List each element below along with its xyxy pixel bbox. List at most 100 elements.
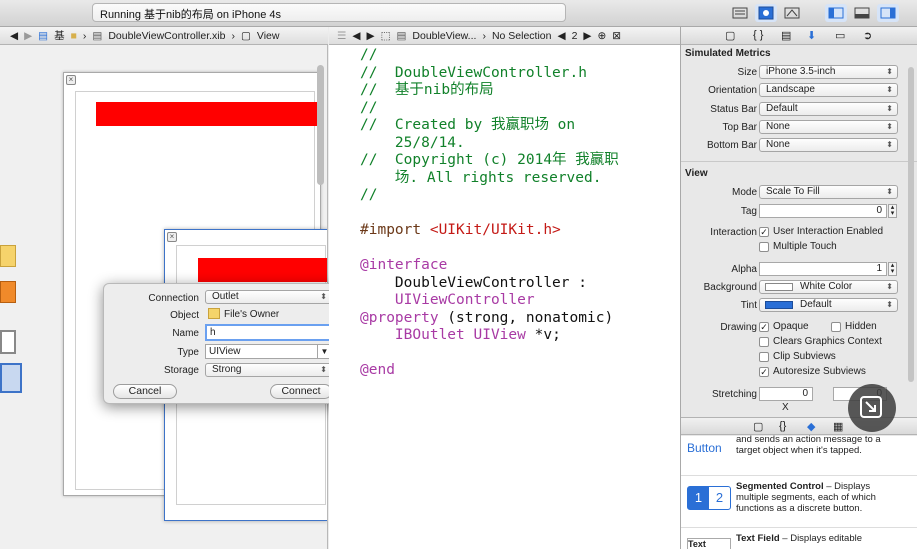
clip-subviews-checkbox[interactable]: Clip Subviews [759, 351, 836, 362]
crumb-view[interactable]: View [257, 30, 280, 42]
red-view-top[interactable] [96, 102, 322, 126]
placeholder-cube-icon[interactable] [0, 245, 16, 267]
stretching-label: Stretching [711, 389, 757, 400]
view-outline-icon[interactable] [0, 330, 16, 354]
shrink-icon [860, 396, 882, 418]
file-inspector-icon[interactable]: ▢ [725, 29, 735, 42]
code-line-import: #import <UIKit/UIKit.h> [360, 222, 561, 240]
connection-popup[interactable]: Outlet [205, 290, 332, 304]
user-interaction-checkbox[interactable]: ✓ User Interaction Enabled [759, 226, 883, 237]
segmented-control-icon: 1 2 [687, 486, 731, 510]
add-editor-icon[interactable]: ⊕ [597, 30, 606, 42]
bottom-bar-label: Bottom Bar [706, 140, 757, 151]
editor-forward-icon[interactable]: ▶ [367, 30, 375, 42]
storage-popup[interactable]: Strong [205, 363, 332, 377]
type-combo[interactable]: UIView ▼ [205, 344, 332, 359]
exit-fullscreen-button[interactable] [848, 384, 896, 432]
editor-standard-icon[interactable] [729, 4, 751, 22]
editor-back-icon[interactable]: ◀ [352, 30, 360, 42]
button-library-icon: Button [687, 441, 722, 455]
object-value: File's Owner [224, 309, 280, 320]
orientation-popup[interactable]: Landscape [759, 83, 898, 97]
object-library-list[interactable]: Button and sends an action message to a … [681, 434, 917, 549]
checkbox-checked-icon: ✓ [759, 321, 769, 332]
drawing-label: Drawing [720, 322, 757, 333]
view-outline-selected-icon[interactable] [0, 363, 22, 393]
crumb-project[interactable]: 基 [54, 28, 65, 43]
red-view-bottom[interactable] [198, 258, 327, 282]
connect-button[interactable]: Connect [270, 384, 332, 399]
top-bar-popup[interactable]: None [759, 120, 898, 134]
header-file-icon: ▤ [396, 29, 407, 42]
code-line-property: @property (strong, nonatomic) [360, 310, 613, 328]
close-editor-icon[interactable]: ⊠ [612, 30, 621, 42]
related-files-icon[interactable]: ⬚ [381, 30, 391, 42]
counterpart-prev-icon[interactable]: ◀ [557, 30, 565, 42]
alpha-stepper[interactable]: ▴ ▾ [888, 262, 897, 276]
multiple-touch-checkbox[interactable]: Multiple Touch [759, 241, 837, 252]
object-library-icon[interactable]: ◆ [807, 420, 815, 433]
activity-status: Running 基于nib的布局 on iPhone 4s [92, 3, 566, 22]
version-editor-icon[interactable] [781, 4, 803, 22]
attributes-inspector-icon[interactable]: ⬇ [807, 29, 816, 42]
library-item[interactable]: Button and sends an action message to a … [681, 434, 917, 476]
hidden-checkbox[interactable]: Hidden [831, 321, 877, 332]
size-popup[interactable]: iPhone 3.5-inch [759, 65, 898, 79]
assistant-editor-icon[interactable] [755, 4, 777, 22]
bottom-bar-popup[interactable]: None [759, 138, 898, 152]
toolbar: Running 基于nib的布局 on iPhone 4s [0, 0, 917, 27]
file-template-icon[interactable]: ▢ [753, 420, 763, 433]
segment-two: 2 [715, 490, 724, 505]
library-item-desc: and sends an action message to a target … [736, 434, 896, 456]
segment-one: 1 [688, 487, 709, 509]
cancel-button[interactable]: Cancel [113, 384, 177, 399]
code-editor[interactable]: // // DoubleViewController.h // 基于nib的布局… [329, 45, 680, 549]
editor-menu-icon[interactable]: ☰ [337, 30, 346, 42]
size-inspector-icon[interactable]: ▭ [835, 29, 845, 42]
name-input[interactable]: h [205, 324, 332, 341]
back-arrow-icon[interactable]: ◀ [10, 30, 18, 42]
utilities-toggle-icon[interactable] [877, 4, 899, 22]
library-item[interactable]: 1 2 Segmented Control – Displays multipl… [681, 480, 917, 528]
property-attrs: (strong, nonatomic) [438, 309, 614, 326]
library-item[interactable]: Text Text Field – Displays editable [681, 532, 917, 549]
crumb-xib[interactable]: DoubleViewController.xib [108, 30, 225, 42]
forward-arrow-icon[interactable]: ▶ [24, 30, 32, 42]
debug-toggle-icon[interactable] [851, 4, 873, 22]
alpha-label: Alpha [731, 264, 757, 275]
crumb-selection[interactable]: No Selection [492, 30, 552, 42]
navigator-toggle-icon[interactable] [825, 4, 847, 22]
status-bar-popup[interactable]: Default [759, 102, 898, 116]
clears-graphics-checkbox[interactable]: Clears Graphics Context [759, 336, 882, 347]
counterpart-count: 2 [571, 29, 578, 42]
tag-field[interactable]: 0 [759, 204, 887, 218]
close-icon[interactable]: × [167, 232, 177, 242]
alpha-field[interactable]: 1 [759, 262, 887, 276]
crumb-separator: › [231, 29, 235, 42]
library-item-desc: Segmented Control – Displays multiple se… [736, 481, 896, 514]
opaque-checkbox[interactable]: ✓ Opaque [759, 321, 809, 332]
stretch-x-field[interactable]: 0 [759, 387, 813, 401]
inspector-scrollbar[interactable] [908, 67, 914, 382]
code-snippet-icon[interactable]: {} [779, 420, 786, 432]
close-icon[interactable]: × [66, 75, 76, 85]
library-item-title: Text Field [736, 533, 780, 544]
tag-stepper[interactable]: ▴ ▾ [888, 204, 897, 218]
autoresize-checkbox[interactable]: ✓ Autoresize Subviews [759, 366, 866, 377]
code-line: // Created by 我赢职场 on [360, 117, 576, 133]
canvas-jump-bar: ◀ ▶ ▤ 基 ■ › ▤ DoubleViewController.xib ›… [0, 27, 328, 45]
connections-inspector-icon[interactable]: ➲ [863, 29, 872, 42]
status-bar-label: Status Bar [710, 104, 757, 115]
counterpart-next-icon[interactable]: ▶ [583, 30, 591, 42]
identity-inspector-icon[interactable]: ▤ [781, 29, 791, 42]
white-swatch [765, 283, 793, 291]
code-line: // [360, 47, 378, 63]
canvas-scrollbar[interactable] [317, 65, 324, 185]
quick-help-icon[interactable]: { } [753, 29, 763, 41]
mode-popup[interactable]: Scale To Fill [759, 185, 898, 199]
media-library-icon[interactable]: ▦ [833, 420, 843, 433]
first-responder-icon[interactable] [0, 281, 16, 303]
divider [681, 161, 917, 162]
crumb-header-file[interactable]: DoubleView... [412, 30, 476, 42]
checkbox-checked-icon: ✓ [759, 226, 769, 237]
